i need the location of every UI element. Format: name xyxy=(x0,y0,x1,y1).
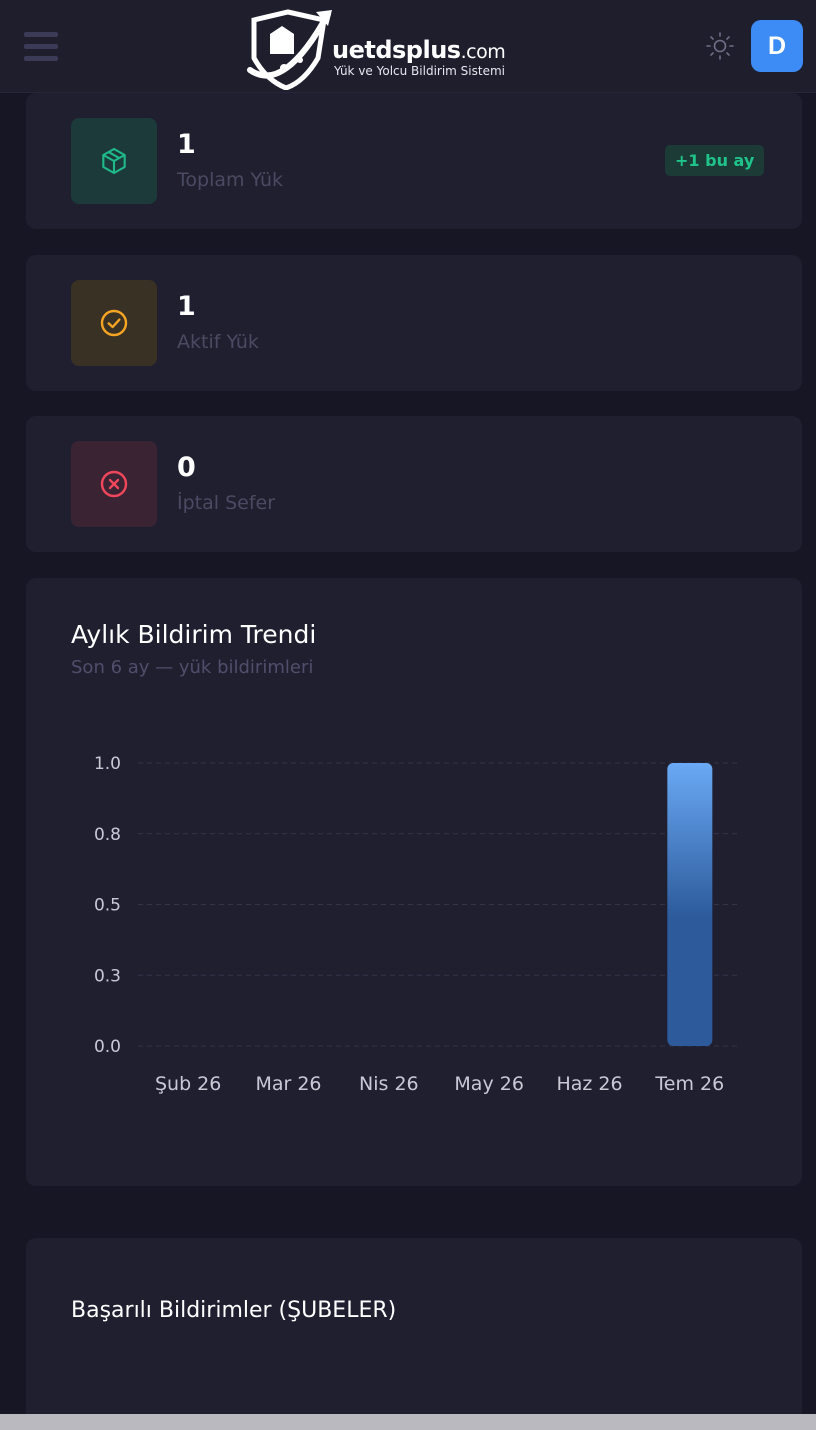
stat-card-total-load[interactable]: 1 Toplam Yük +1 bu ay xyxy=(26,93,802,229)
sun-icon[interactable] xyxy=(704,32,736,60)
stat-value: 1 xyxy=(177,291,196,322)
user-avatar[interactable]: D xyxy=(751,20,803,72)
stat-label: İptal Sefer xyxy=(177,492,276,514)
stat-label: Toplam Yük xyxy=(177,169,284,191)
stat-icon-box xyxy=(71,118,157,204)
stat-icon-check xyxy=(71,280,157,366)
x-tick-label: Nis 26 xyxy=(359,1073,419,1095)
trend-chart-card: Aylık Bildirim Trendi Son 6 ay — yük bil… xyxy=(26,578,802,1186)
stat-value: 0 xyxy=(177,452,196,483)
monthly-change-badge: +1 bu ay xyxy=(665,145,765,176)
bottom-scroll-bar xyxy=(0,1414,816,1430)
trend-bar-chart: 0.0 0.3 0.5 0.8 1.0 Şub 26 Mar 26 Nis 26 May 26 H… xyxy=(94,754,740,1095)
y-tick-label: 0.8 xyxy=(94,825,121,845)
brand-tagline: Yük ve Yolcu Bildirim Sistemi xyxy=(334,64,505,78)
box-icon xyxy=(102,147,126,175)
x-tick-label: Tem 26 xyxy=(654,1073,724,1095)
brand-domain: .com xyxy=(460,41,506,63)
hamburger-icon[interactable] xyxy=(24,32,58,64)
stat-card-cancelled-trip[interactable]: 0 İptal Sefer xyxy=(26,416,802,552)
top-header: uetdsplus.com Yük ve Yolcu Bildirim Sist… xyxy=(0,0,816,93)
y-tick-label: 0.0 xyxy=(94,1037,121,1057)
stat-label: Aktif Yük xyxy=(177,331,259,353)
x-tick-label: Haz 26 xyxy=(556,1073,622,1095)
check-circle-icon xyxy=(100,309,128,337)
stat-icon-x xyxy=(71,441,157,527)
y-tick-label: 0.3 xyxy=(94,966,121,986)
logo-mark-icon xyxy=(247,9,332,90)
x-tick-label: May 26 xyxy=(454,1073,524,1095)
branches-card: Başarılı Bildirimler (ŞUBELER) xyxy=(26,1238,802,1430)
y-tick-label: 0.5 xyxy=(94,896,121,916)
x-circle-icon xyxy=(100,470,128,498)
brand-name: uetdsplus.com xyxy=(332,36,506,64)
stat-value: 1 xyxy=(177,129,196,160)
branches-title: Başarılı Bildirimler (ŞUBELER) xyxy=(71,1298,397,1323)
y-tick-label: 1.0 xyxy=(94,754,121,774)
stat-card-active-load[interactable]: 1 Aktif Yük xyxy=(26,255,802,391)
brand-logo[interactable]: uetdsplus.com Yük ve Yolcu Bildirim Sist… xyxy=(244,8,534,90)
x-tick-label: Mar 26 xyxy=(255,1073,321,1095)
x-tick-label: Şub 26 xyxy=(155,1073,221,1095)
chart-bar[interactable] xyxy=(667,763,713,1046)
